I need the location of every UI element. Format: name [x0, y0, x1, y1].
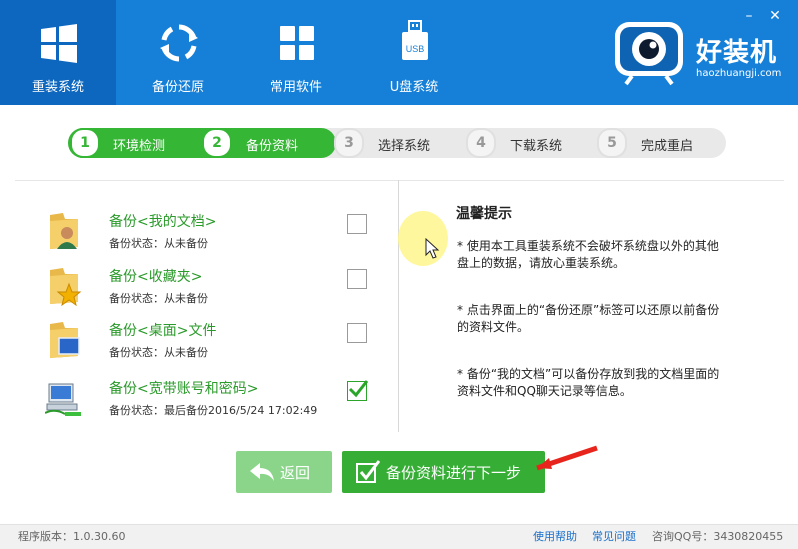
step-download-system: 4 下载系统: [466, 128, 596, 158]
backup-and-next-button[interactable]: 备份资料进行下一步: [342, 451, 545, 493]
brand-url: haozhuangji.com: [696, 68, 782, 79]
step-number: 4: [466, 128, 496, 158]
back-arrow-icon: [250, 463, 274, 481]
checkmark-icon: [348, 380, 369, 398]
step-label: 备份资料: [246, 139, 299, 154]
backup-item-status: 备份状态：最后备份2016/5/24 17:02:49: [109, 404, 318, 417]
back-button[interactable]: 返回: [236, 451, 332, 493]
backup-item-title: 备份<桌面>文件: [109, 323, 217, 339]
back-button-label: 返回: [280, 464, 311, 482]
backup-item-title: 备份<宽带账号和密码>: [109, 381, 259, 397]
tab-label: 备份还原: [151, 80, 204, 95]
network-computer-icon: [45, 383, 81, 416]
step-environment-check: 1 环境检测: [68, 128, 198, 158]
annotation-arrow-icon: [536, 445, 598, 471]
backup-item-checkbox[interactable]: [347, 214, 367, 234]
step-number: 3: [334, 128, 364, 158]
backup-item-favorites: 备份<收藏夹> 备份状态：从未备份: [45, 266, 385, 314]
tab-backup-restore[interactable]: 备份还原: [120, 0, 236, 105]
step-label: 选择系统: [378, 139, 431, 154]
backup-item-status: 备份状态：从未备份: [109, 346, 208, 359]
tips-title: 温馨提示: [456, 206, 512, 222]
step-number: 5: [597, 128, 627, 158]
tab-label: 重装系统: [31, 80, 84, 95]
backup-item-title: 备份<我的文档>: [109, 214, 217, 230]
backup-item-checkbox[interactable]: [347, 380, 369, 401]
brand-logo: 好装机 haozhuangji.com: [610, 16, 790, 86]
step-label: 环境检测: [113, 139, 166, 154]
backup-item-status: 备份状态：从未备份: [109, 237, 208, 250]
apps-grid-icon: [280, 26, 314, 60]
tab-usb-system[interactable]: USB U盘系统: [356, 0, 472, 105]
windows-icon: [41, 24, 77, 63]
backup-list-panel: 备份<我的文档> 备份状态：从未备份 备份<收藏夹> 备份状态：从未备份 备份<…: [15, 180, 398, 433]
backup-item-status: 备份状态：从未备份: [109, 292, 208, 305]
backup-item-checkbox[interactable]: [347, 269, 367, 289]
step-number: 1: [70, 128, 100, 158]
step-number: 2: [202, 128, 232, 158]
backup-item-desktop: 备份<桌面>文件 备份状态：从未备份: [45, 320, 385, 368]
step-select-system: 3 选择系统: [334, 128, 464, 158]
documents-folder-icon: [50, 213, 78, 249]
tab-label: 常用软件: [269, 80, 322, 95]
favorites-folder-icon: [50, 268, 82, 306]
qq-contact: 咨询QQ号：3430820455: [652, 530, 784, 543]
sync-icon: [160, 24, 198, 62]
tip-item: * 点击界面上的“备份还原”标签可以还原以前备份的资料文件。: [457, 303, 720, 334]
step-label: 完成重启: [641, 139, 694, 154]
desktop-folder-icon: [50, 322, 80, 358]
tip-item: * 使用本工具重装系统不会破坏系统盘以外的其他盘上的数据，请放心重装系统。: [457, 239, 719, 270]
brand-name: 好装机: [696, 38, 778, 68]
step-finish-restart: 5 完成重启: [597, 128, 727, 158]
program-version: 程序版本：1.0.30.60: [18, 530, 126, 543]
step-backup-data: 2 备份资料: [200, 128, 330, 158]
panel-divider: [398, 180, 399, 432]
tab-common-software[interactable]: 常用软件: [238, 0, 354, 105]
tab-label: U盘系统: [389, 80, 439, 95]
usb-icon: USB: [402, 20, 428, 60]
mouse-pointer-icon: [425, 238, 440, 259]
backup-item-my-documents: 备份<我的文档> 备份状态：从未备份: [45, 211, 385, 259]
tab-reinstall-system[interactable]: 重装系统: [0, 0, 116, 105]
next-button-label: 备份资料进行下一步: [386, 464, 522, 482]
tip-item: * 备份“我的文档”可以备份存放到我的文档里面的资料文件和QQ聊天记录等信息。: [457, 367, 720, 398]
faq-link[interactable]: 常见问题: [592, 525, 636, 549]
usb-icon-text: USB: [406, 44, 425, 54]
step-label: 下载系统: [510, 139, 563, 154]
status-footer: 程序版本：1.0.30.60 使用帮助 常见问题 咨询QQ号：343082045…: [0, 524, 798, 549]
tips-panel-border: [399, 180, 784, 181]
backup-item-checkbox[interactable]: [347, 323, 367, 343]
checkbox-checked-icon: [356, 460, 380, 483]
help-link[interactable]: 使用帮助: [533, 525, 577, 549]
backup-item-broadband-account: 备份<宽带账号和密码> 备份状态：最后备份2016/5/24 17:02:49: [45, 378, 385, 426]
header-bar: 重装系统 备份还原 常用软件 USB U盘系统 – ✕ 好装机 haozhuan…: [0, 0, 798, 105]
backup-item-title: 备份<收藏夹>: [109, 269, 203, 285]
installer-window: 重装系统 备份还原 常用软件 USB U盘系统 – ✕ 好装机 haozhuan…: [0, 0, 798, 549]
tv-eye-logo-icon: [615, 22, 683, 86]
